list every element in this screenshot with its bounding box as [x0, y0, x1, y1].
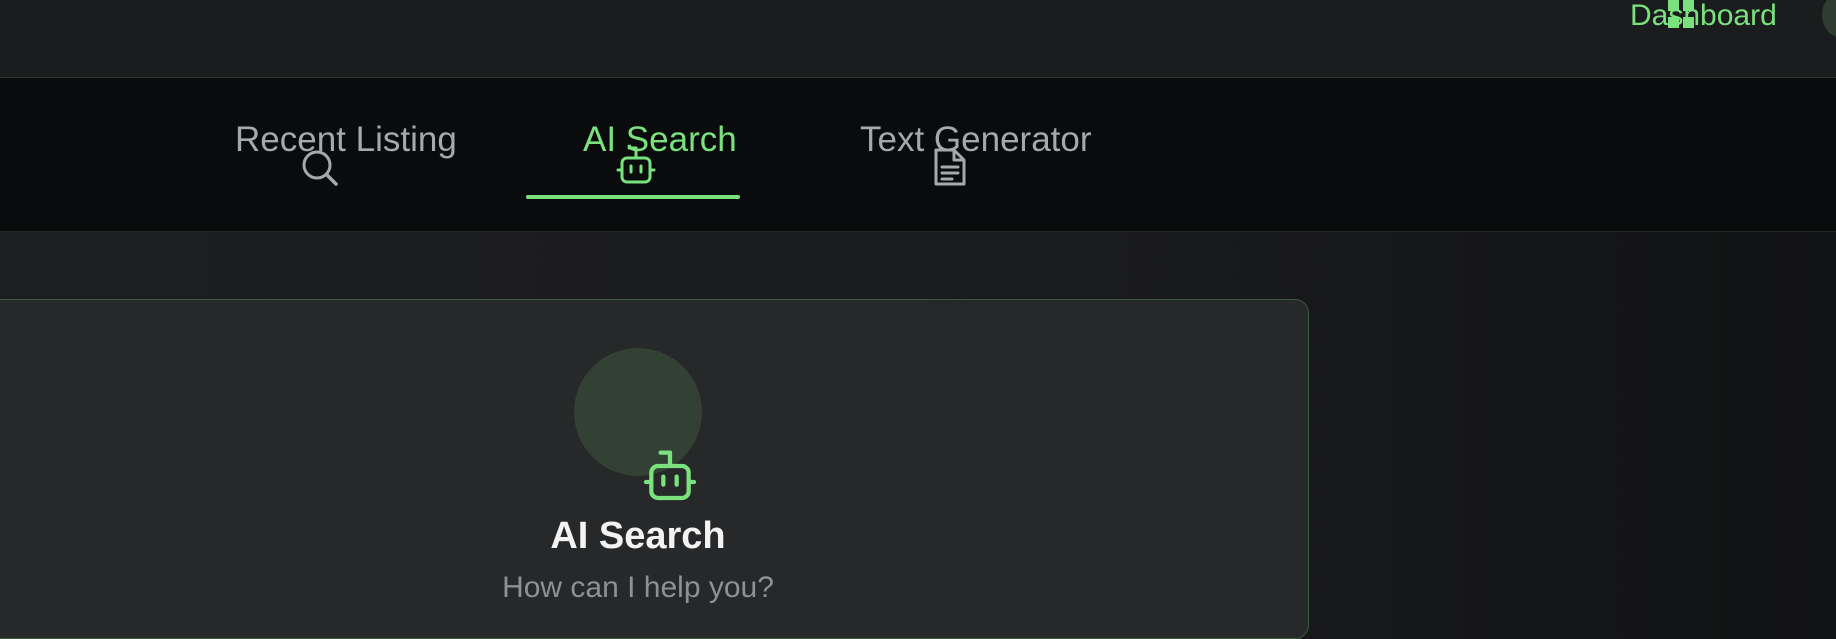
- document-icon: [934, 148, 966, 186]
- tab-bar: Recent Listing AI Search Text Generator: [0, 78, 1836, 232]
- tab-recent-listing[interactable]: Recent Listing: [230, 78, 470, 232]
- tab-label: AI Search: [583, 120, 737, 159]
- dashboard-link[interactable]: Dashboard: [1630, 0, 1777, 32]
- user-avatar[interactable]: [1822, 0, 1836, 38]
- tab-ai-search[interactable]: AI Search: [525, 78, 745, 232]
- top-navbar: Dashboard: [0, 0, 1836, 78]
- active-tab-indicator: [526, 195, 740, 199]
- page-subtitle: How can I help you?: [502, 571, 774, 604]
- page-title: AI Search: [550, 515, 726, 557]
- tab-label: Recent Listing: [235, 120, 457, 159]
- tab-label: Text Generator: [860, 120, 1092, 159]
- dashboard-icon: [1668, 0, 1694, 28]
- robot-icon: [643, 450, 697, 501]
- robot-icon: [616, 146, 656, 184]
- tab-text-generator[interactable]: Text Generator: [855, 78, 1115, 232]
- search-icon: [302, 150, 338, 186]
